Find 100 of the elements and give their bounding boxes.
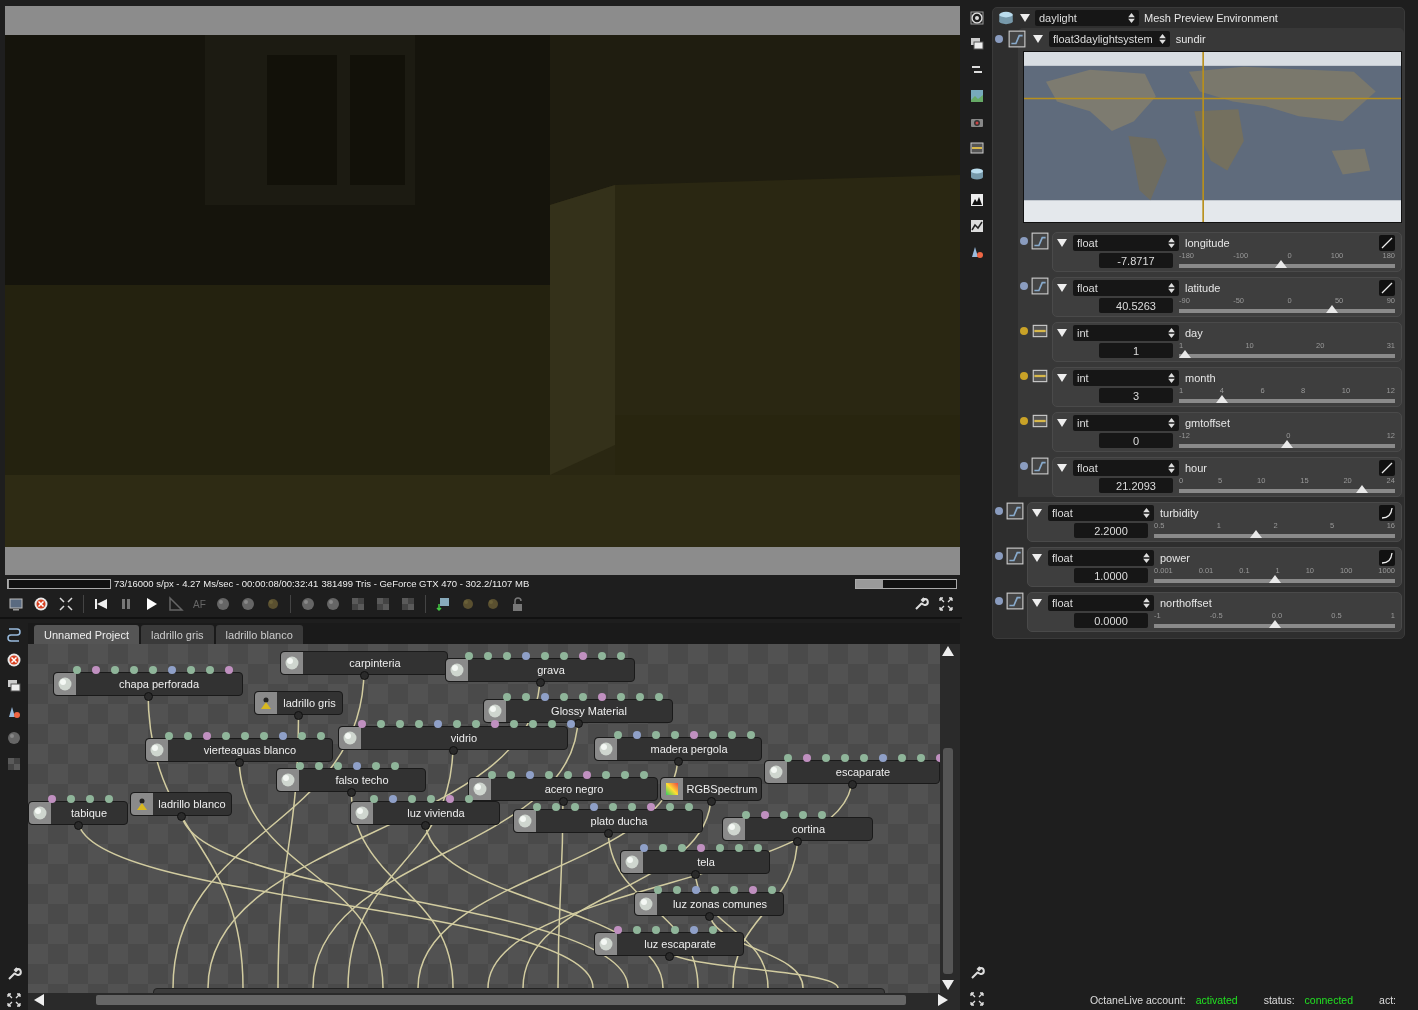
input-pin[interactable] bbox=[685, 803, 693, 811]
input-pin[interactable] bbox=[692, 886, 700, 894]
type-dropdown[interactable]: float bbox=[1073, 460, 1179, 476]
slider-track[interactable] bbox=[1154, 575, 1395, 583]
checker-icon[interactable] bbox=[399, 596, 416, 612]
input-pin[interactable] bbox=[522, 693, 530, 701]
input-pin[interactable] bbox=[697, 844, 705, 852]
slider-icon[interactable] bbox=[1031, 367, 1049, 385]
linear-scale-icon[interactable] bbox=[1379, 235, 1395, 251]
graph-node[interactable]: vierteaguas blanco bbox=[145, 738, 333, 762]
scrollbar-thumb[interactable] bbox=[96, 995, 906, 1005]
input-pin[interactable] bbox=[446, 795, 454, 803]
input-pin[interactable] bbox=[260, 732, 268, 740]
input-pin[interactable] bbox=[465, 795, 473, 803]
input-pin[interactable] bbox=[315, 762, 323, 770]
type-dropdown[interactable]: float3daylightsystem bbox=[1049, 31, 1170, 47]
input-pin[interactable] bbox=[545, 771, 553, 779]
input-pin[interactable] bbox=[640, 771, 648, 779]
input-pin[interactable] bbox=[370, 795, 378, 803]
type-dropdown[interactable]: int bbox=[1073, 370, 1179, 386]
input-pin[interactable] bbox=[730, 886, 738, 894]
input-pin[interactable] bbox=[111, 666, 119, 674]
sphere-icon[interactable] bbox=[239, 596, 256, 612]
scroll-down-button[interactable] bbox=[940, 978, 956, 992]
slider-track[interactable] bbox=[1154, 620, 1395, 628]
slider-track[interactable] bbox=[1179, 395, 1395, 403]
input-pin[interactable] bbox=[633, 731, 641, 739]
input-pin[interactable] bbox=[614, 731, 622, 739]
cylinder-icon[interactable] bbox=[969, 166, 985, 182]
slider-track[interactable] bbox=[1179, 440, 1395, 448]
input-pin[interactable] bbox=[168, 666, 176, 674]
histogram-icon[interactable] bbox=[969, 192, 985, 208]
graph-node[interactable]: luz vivienda bbox=[350, 801, 500, 825]
input-pin[interactable] bbox=[716, 844, 724, 852]
type-dropdown[interactable]: float bbox=[1048, 595, 1154, 611]
graph-node[interactable]: luz zonas comunes bbox=[634, 892, 784, 916]
pin-dot[interactable] bbox=[1020, 462, 1028, 470]
input-pin[interactable] bbox=[391, 762, 399, 770]
input-pin[interactable] bbox=[678, 844, 686, 852]
input-pin[interactable] bbox=[408, 795, 416, 803]
render-region-icon[interactable] bbox=[8, 596, 24, 612]
curve-icon[interactable] bbox=[1031, 277, 1049, 295]
sphere-icon[interactable] bbox=[324, 596, 341, 612]
pin-dot[interactable] bbox=[995, 35, 1003, 43]
input-pin[interactable] bbox=[709, 926, 717, 934]
curve-icon[interactable] bbox=[1031, 232, 1049, 250]
input-pin[interactable] bbox=[898, 754, 906, 762]
slider-thumb[interactable] bbox=[1325, 305, 1338, 313]
graph-node[interactable]: RGBSpectrum bbox=[660, 777, 762, 801]
stop-render-icon[interactable] bbox=[6, 652, 22, 668]
input-pin[interactable] bbox=[728, 731, 736, 739]
graph-node[interactable]: luz escaparate bbox=[594, 932, 744, 956]
input-pin[interactable] bbox=[709, 731, 717, 739]
collapse-icon[interactable] bbox=[1032, 553, 1042, 563]
input-pin[interactable] bbox=[621, 771, 629, 779]
pin-dot[interactable] bbox=[995, 552, 1003, 560]
input-pin[interactable] bbox=[86, 795, 94, 803]
slider-thumb[interactable] bbox=[1179, 350, 1191, 358]
collapse-icon[interactable] bbox=[1057, 283, 1067, 293]
input-pin[interactable] bbox=[225, 666, 233, 674]
input-pin[interactable] bbox=[628, 803, 636, 811]
export-icon[interactable] bbox=[434, 596, 451, 612]
input-pin[interactable] bbox=[203, 732, 211, 740]
input-pin[interactable] bbox=[488, 771, 496, 779]
input-pin[interactable] bbox=[389, 795, 397, 803]
scroll-left-button[interactable] bbox=[32, 992, 46, 1008]
input-pin[interactable] bbox=[67, 795, 75, 803]
slider-thumb[interactable] bbox=[1274, 260, 1287, 268]
input-pin[interactable] bbox=[879, 754, 887, 762]
input-pin[interactable] bbox=[803, 754, 811, 762]
graph-node[interactable]: plato ducha bbox=[513, 809, 703, 833]
slider-thumb[interactable] bbox=[1281, 440, 1293, 448]
editor-tab[interactable]: ladrillo blanco bbox=[215, 625, 303, 644]
input-pin[interactable] bbox=[541, 652, 549, 660]
input-pin[interactable] bbox=[579, 693, 587, 701]
graph-node[interactable]: falso techo bbox=[276, 768, 426, 792]
input-pin[interactable] bbox=[583, 771, 591, 779]
curve-icon[interactable] bbox=[1006, 502, 1024, 520]
value-field[interactable]: 40.5263 bbox=[1099, 298, 1173, 313]
input-pin[interactable] bbox=[526, 771, 534, 779]
input-pin[interactable] bbox=[633, 926, 641, 934]
input-pin[interactable] bbox=[92, 666, 100, 674]
collapse-icon[interactable] bbox=[1057, 373, 1067, 383]
input-pin[interactable] bbox=[472, 720, 480, 728]
input-pin[interactable] bbox=[655, 693, 663, 701]
graph-node[interactable]: grava bbox=[445, 658, 635, 682]
stop-render-icon[interactable] bbox=[33, 596, 49, 612]
input-pin[interactable] bbox=[533, 803, 541, 811]
editor-tab[interactable]: ladrillo gris bbox=[141, 625, 214, 644]
collapse-icon[interactable] bbox=[1057, 328, 1067, 338]
input-pin[interactable] bbox=[503, 693, 511, 701]
slider-icon[interactable] bbox=[1031, 412, 1049, 430]
graph-node[interactable]: tabique bbox=[28, 801, 128, 825]
input-pin[interactable] bbox=[334, 762, 342, 770]
input-pin[interactable] bbox=[673, 886, 681, 894]
input-pin[interactable] bbox=[659, 844, 667, 852]
pin-dot[interactable] bbox=[1020, 327, 1028, 335]
landscape-icon[interactable] bbox=[969, 88, 985, 104]
slider-thumb[interactable] bbox=[1215, 395, 1228, 403]
input-pin[interactable] bbox=[590, 803, 598, 811]
